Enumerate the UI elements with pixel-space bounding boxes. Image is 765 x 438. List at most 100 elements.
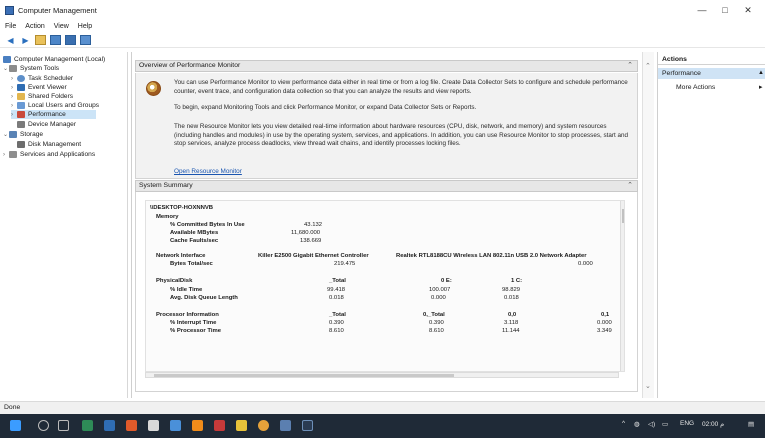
volume-icon[interactable]: ◁) bbox=[648, 420, 655, 428]
overview-paragraph-2: To begin, expand Monitoring Tools and cl… bbox=[174, 104, 477, 111]
network-value-1: 219.475 bbox=[334, 261, 356, 267]
scroll-up-icon[interactable]: ⌃ bbox=[645, 62, 651, 70]
computer-management-taskbar-icon[interactable] bbox=[302, 420, 313, 431]
up-folder-icon[interactable] bbox=[35, 35, 46, 45]
scrollbar-thumb[interactable] bbox=[154, 374, 454, 377]
summary-panel: \\DESKTOP-HOXNNVB Memory % Committed Byt… bbox=[135, 192, 638, 392]
disk-label: % Idle Time bbox=[170, 287, 203, 293]
processor-value: 0.000 bbox=[597, 320, 612, 326]
menu-view[interactable]: View bbox=[54, 23, 69, 30]
memory-label: Available MBytes bbox=[170, 230, 219, 236]
processor-col: 0,1 bbox=[601, 312, 610, 318]
app-icon[interactable] bbox=[148, 420, 159, 431]
tree-item-storage[interactable]: ⌄ Storage bbox=[3, 130, 43, 139]
app-icon[interactable] bbox=[82, 420, 93, 431]
scrollbar-thumb[interactable] bbox=[622, 209, 624, 223]
overview-paragraph-3: The new Resource Monitor lets you view d… bbox=[174, 123, 628, 148]
tree-item-label: Shared Folders bbox=[28, 93, 74, 100]
processor-value: 11.144 bbox=[502, 328, 520, 334]
summary-horizontal-scrollbar[interactable] bbox=[145, 372, 619, 378]
network-adapter-2: Realtek RTL8188CU Wireless LAN 802.11n U… bbox=[396, 253, 587, 259]
tree-item-local-users[interactable]: › Local Users and Groups bbox=[11, 101, 99, 110]
minimize-button[interactable]: — bbox=[695, 4, 709, 16]
language-indicator[interactable]: ENG bbox=[680, 420, 694, 427]
collapse-icon[interactable]: ⌃ bbox=[627, 181, 633, 191]
summary-vertical-scrollbar[interactable] bbox=[620, 201, 624, 371]
processor-value: 8.610 bbox=[429, 328, 444, 334]
app-icon[interactable] bbox=[104, 420, 115, 431]
memory-value: 43.132 bbox=[304, 222, 323, 228]
navigation-tree: Computer Management (Local) ⌄ System Too… bbox=[0, 52, 128, 398]
tree-item-computer-management[interactable]: Computer Management (Local) bbox=[3, 55, 105, 64]
processor-col: 0,0 bbox=[508, 312, 517, 318]
event-viewer-icon bbox=[17, 84, 25, 91]
tree-item-label: Computer Management (Local) bbox=[14, 56, 106, 63]
show-hide-tree-icon[interactable] bbox=[50, 35, 61, 45]
processor-col: 0,_Total bbox=[423, 312, 445, 318]
app-icon[interactable] bbox=[280, 420, 291, 431]
tree-item-disk-management[interactable]: Disk Management bbox=[17, 140, 81, 149]
processor-title: Processor Information bbox=[156, 312, 219, 318]
keyboard-icon[interactable]: ▭ bbox=[662, 420, 668, 428]
network-value-2: 0.000 bbox=[578, 261, 593, 267]
menu-file[interactable]: File bbox=[5, 23, 16, 30]
notification-icon[interactable]: ▤ bbox=[748, 420, 754, 428]
processor-value: 0.390 bbox=[429, 320, 444, 326]
tree-item-performance[interactable]: › Performance bbox=[11, 110, 96, 119]
back-arrow-icon[interactable]: ◀ bbox=[5, 35, 16, 45]
overview-panel: You can use Performance Monitor to view … bbox=[135, 73, 638, 179]
search-icon[interactable] bbox=[38, 420, 49, 431]
memory-title: Memory bbox=[156, 214, 179, 220]
properties-icon[interactable] bbox=[80, 35, 91, 45]
disk-label: Avg. Disk Queue Length bbox=[170, 295, 238, 301]
help-icon[interactable] bbox=[65, 35, 76, 45]
tray-up-icon[interactable]: ^ bbox=[622, 420, 625, 427]
performance-icon bbox=[17, 111, 25, 118]
tree-item-label: Disk Management bbox=[28, 141, 82, 148]
task-view-icon[interactable] bbox=[58, 420, 69, 431]
actions-section-performance[interactable]: Performance ▲ bbox=[658, 68, 765, 79]
summary-title: System Summary bbox=[139, 182, 193, 189]
tree-item-event-viewer[interactable]: › Event Viewer bbox=[11, 83, 67, 92]
app-icon[interactable] bbox=[192, 420, 203, 431]
disk-col: _Total bbox=[329, 278, 346, 284]
shared-folder-icon bbox=[17, 93, 25, 100]
close-button[interactable]: ✕ bbox=[741, 4, 755, 16]
open-resource-monitor-link[interactable]: Open Resource Monitor bbox=[174, 168, 242, 175]
more-actions-item[interactable]: More Actions bbox=[676, 84, 715, 91]
forward-arrow-icon[interactable]: ▶ bbox=[20, 35, 31, 45]
app-icon[interactable] bbox=[170, 420, 181, 431]
submenu-arrow-icon[interactable]: ▸ bbox=[759, 83, 763, 91]
tree-item-task-scheduler[interactable]: › Task Scheduler bbox=[11, 74, 73, 83]
disk-value: 0.018 bbox=[504, 295, 519, 301]
processor-value: 8.610 bbox=[329, 328, 344, 334]
start-icon[interactable] bbox=[10, 420, 21, 431]
network-adapter-1: Killer E2500 Gigabit Ethernet Controller bbox=[258, 253, 369, 259]
app-icon[interactable] bbox=[236, 420, 247, 431]
processor-value: 0.390 bbox=[329, 320, 344, 326]
menu-help[interactable]: Help bbox=[78, 23, 92, 30]
tree-item-label: System Tools bbox=[20, 65, 60, 72]
processor-value: 3.349 bbox=[597, 328, 612, 334]
app-icon[interactable] bbox=[214, 420, 225, 431]
disk-col: 1 C: bbox=[511, 278, 523, 284]
app-icon[interactable] bbox=[258, 420, 269, 431]
scroll-down-icon[interactable]: ⌄ bbox=[645, 382, 651, 390]
collapse-caret-icon[interactable]: ▲ bbox=[758, 68, 764, 79]
tree-item-services-applications[interactable]: › Services and Applications bbox=[3, 150, 95, 159]
clock[interactable]: 02:00 م bbox=[702, 420, 724, 428]
tree-item-shared-folders[interactable]: › Shared Folders bbox=[11, 92, 73, 101]
overview-header[interactable]: Overview of Performance Monitor ⌃ bbox=[135, 60, 638, 72]
tree-item-system-tools[interactable]: ⌄ System Tools bbox=[3, 64, 59, 73]
maximize-button[interactable]: □ bbox=[718, 4, 732, 16]
services-icon bbox=[9, 151, 17, 158]
collapse-icon[interactable]: ⌃ bbox=[627, 61, 633, 71]
actions-header: Actions bbox=[658, 54, 765, 65]
summary-header[interactable]: System Summary ⌃ bbox=[135, 180, 638, 192]
app-icon[interactable] bbox=[126, 420, 137, 431]
network-icon[interactable]: ◍ bbox=[634, 420, 640, 428]
content-vertical-scrollbar[interactable]: ⌃ ⌄ bbox=[642, 52, 654, 398]
disk-value: 0.000 bbox=[431, 295, 446, 301]
menu-action[interactable]: Action bbox=[25, 23, 44, 30]
tree-item-device-manager[interactable]: Device Manager bbox=[17, 120, 76, 129]
